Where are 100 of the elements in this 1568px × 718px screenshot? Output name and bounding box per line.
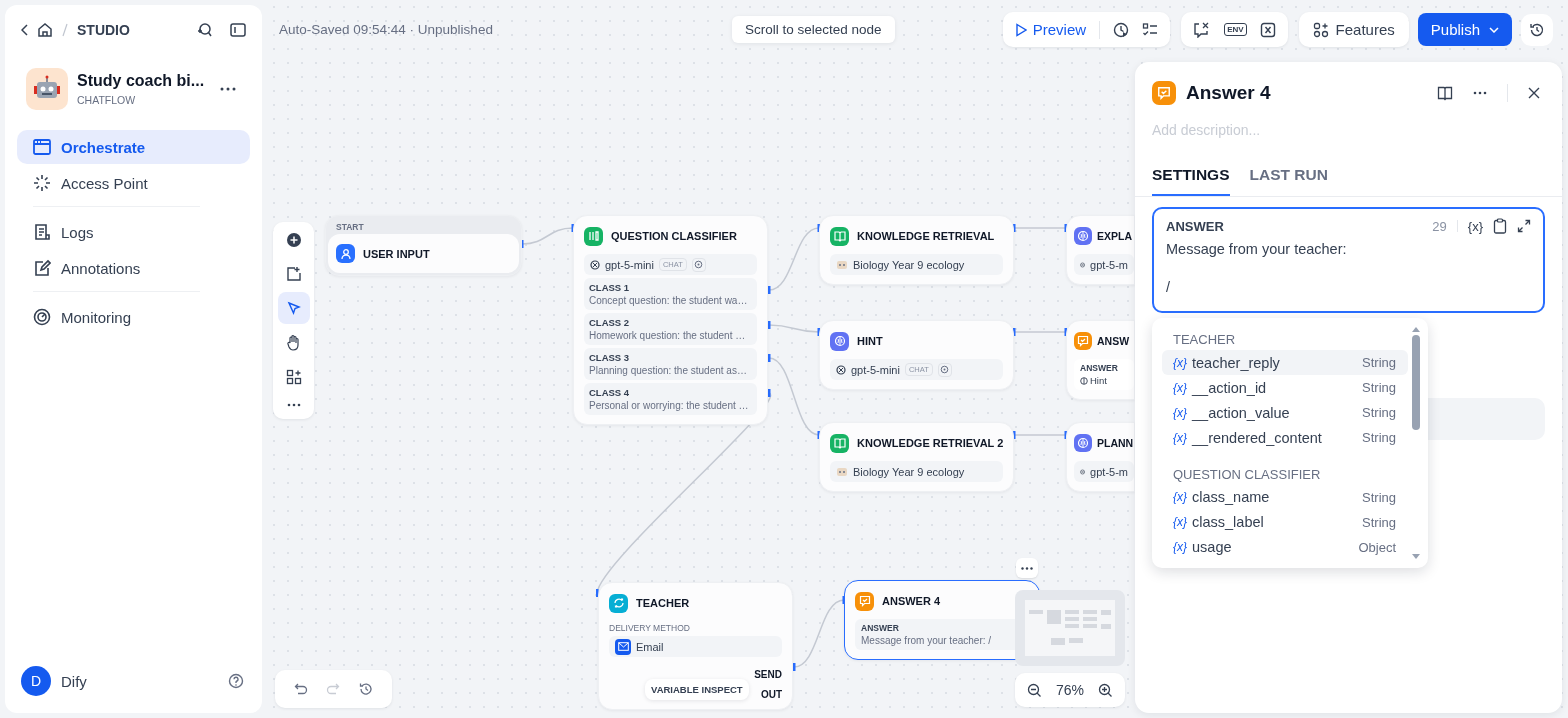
model-name: gpt-5-mini [605, 258, 654, 271]
variable-option[interactable]: {x} class_name String [1162, 484, 1408, 510]
node-card[interactable]: ANSW ANSWER Hint [1066, 320, 1135, 400]
chat-bubble-icon [1074, 332, 1092, 350]
scrollbar[interactable] [1410, 326, 1422, 560]
add-node-icon[interactable] [285, 232, 302, 248]
variable-option[interactable]: {x} class_label String [1162, 509, 1408, 535]
variable-option[interactable]: {x} __rendered_content String [1162, 425, 1408, 451]
search-icon[interactable] [196, 22, 212, 38]
nav-item[interactable]: Monitoring [17, 300, 250, 334]
run-history-icon[interactable] [1113, 21, 1130, 38]
model-logo-icon [836, 364, 846, 375]
variable-option[interactable]: {x} teacher_reply String [1162, 350, 1408, 376]
delivery-method-label: DELIVERY METHOD [609, 623, 691, 633]
back-icon[interactable] [21, 24, 29, 36]
scroll-to-node-button[interactable]: Scroll to selected node [731, 16, 895, 43]
answer-label: ANSWER [861, 623, 900, 633]
connector-line [1013, 224, 1067, 232]
node-more-button[interactable] [1016, 558, 1038, 578]
zoom-level[interactable]: 76% [1056, 682, 1084, 698]
clipboard-icon[interactable] [1493, 218, 1507, 234]
window-icon [33, 139, 51, 155]
variable-group-title: QUESTION CLASSIFIER [1172, 465, 1322, 484]
app-name: Study coach bi... [77, 72, 206, 90]
node-card[interactable]: KNOWLEDGE RETRIEVAL Biology Year 9 ecology [819, 215, 1014, 285]
env-variables-button[interactable]: ENV [1224, 23, 1247, 36]
breadcrumb-title[interactable]: STUDIO [77, 22, 130, 38]
user-avatar[interactable]: D [21, 666, 51, 696]
answer-editor[interactable]: ANSWER 29 {x} Message from your teacher: / [1152, 207, 1545, 313]
history-icon[interactable] [358, 682, 373, 696]
character-count: 29 [1432, 218, 1447, 234]
mail-icon [615, 638, 631, 655]
node-card[interactable]: KNOWLEDGE RETRIEVAL 2 Biology Year 9 ecology [819, 422, 1014, 492]
settings-icon[interactable] [691, 257, 706, 272]
preview-button[interactable]: Preview [1014, 21, 1087, 38]
scroll-up-icon[interactable] [1411, 326, 1421, 332]
publish-button[interactable]: Publish [1417, 13, 1512, 46]
slash-icon [61, 23, 69, 37]
node-card[interactable]: EXPLA gpt-5-m [1066, 215, 1135, 285]
help-icon[interactable] [228, 673, 244, 689]
more-icon[interactable] [1473, 91, 1487, 95]
hand-icon[interactable] [285, 334, 302, 351]
close-icon[interactable] [1528, 87, 1540, 99]
pointer-tool[interactable] [277, 292, 310, 324]
node-card[interactable] [573, 215, 768, 425]
variable-option[interactable]: {x} usage Object [1162, 534, 1408, 560]
blocks-icon[interactable] [285, 369, 302, 385]
variable-inspect-button[interactable]: VARIABLE INSPECT [645, 679, 749, 700]
editor-label: ANSWER [1166, 218, 1224, 234]
node-title: TEACHER [636, 597, 690, 609]
sidebar-toggle-icon[interactable] [230, 23, 246, 37]
brain-icon [1080, 376, 1088, 385]
node-title: PLANN [1097, 437, 1134, 449]
node-card[interactable]: PLANN gpt-5-m [1066, 422, 1135, 492]
variable-group-title: TEACHER [1172, 331, 1237, 349]
class-name: CLASS 4 [589, 387, 631, 398]
features-button[interactable]: Features [1298, 12, 1409, 47]
robot-avatar-icon [26, 68, 68, 110]
answer-text: Message from your teacher: / [861, 635, 993, 646]
model-logo-icon [590, 259, 600, 270]
editor-text: / [1166, 278, 1172, 297]
more-icon[interactable] [220, 87, 236, 91]
robot-icon [836, 259, 848, 270]
model-logo-icon [1080, 259, 1086, 270]
user-input-icon [336, 244, 355, 263]
model-name: gpt-5-mini [851, 363, 900, 376]
chat-bubble-icon [855, 591, 874, 611]
variable-option[interactable]: {x} __action_value String [1162, 400, 1408, 426]
settings-icon[interactable] [937, 362, 952, 377]
sparkle-icon [33, 174, 51, 192]
scroll-down-icon[interactable] [1411, 554, 1421, 560]
model-name: gpt-5-m [1090, 258, 1128, 271]
variable-option[interactable]: {x} __action_id String [1162, 375, 1408, 401]
class-description: Personal or worrying: the student … [589, 400, 750, 411]
nav-item[interactable]: Logs [17, 215, 250, 249]
add-note-icon[interactable] [285, 266, 302, 282]
chip-text: Hint [1090, 375, 1107, 386]
panel-tab[interactable]: SETTINGS [1152, 162, 1230, 196]
book-icon [830, 433, 849, 453]
save-status: Auto-Saved 09:54:44 · Unpublished [279, 22, 493, 37]
nav-item[interactable]: Access Point [17, 166, 250, 200]
insert-variable-button[interactable]: {x} [1467, 218, 1483, 234]
document-icon [33, 223, 51, 241]
nav-item[interactable]: Annotations [17, 251, 250, 285]
zoom-out-icon[interactable] [1027, 682, 1042, 698]
undo-icon[interactable] [294, 682, 309, 696]
nav-item[interactable]: Orchestrate [17, 130, 250, 164]
home-icon[interactable] [37, 22, 53, 38]
version-history-button[interactable] [1521, 13, 1553, 46]
variable-box-icon[interactable] [1259, 21, 1276, 38]
book-icon[interactable] [1437, 85, 1453, 101]
chevron-down-icon [1489, 26, 1499, 33]
panel-tab[interactable]: LAST RUN [1249, 162, 1328, 196]
start-node-card[interactable]: START USER INPUT [325, 215, 522, 276]
zoom-in-icon[interactable] [1098, 682, 1113, 698]
node-title: QUESTION CLASSIFIER [611, 230, 737, 242]
class-description: Planning question: the student as… [589, 365, 748, 376]
checklist-icon[interactable] [1142, 21, 1159, 38]
more-icon[interactable] [286, 403, 301, 407]
expand-icon[interactable] [1517, 219, 1531, 233]
